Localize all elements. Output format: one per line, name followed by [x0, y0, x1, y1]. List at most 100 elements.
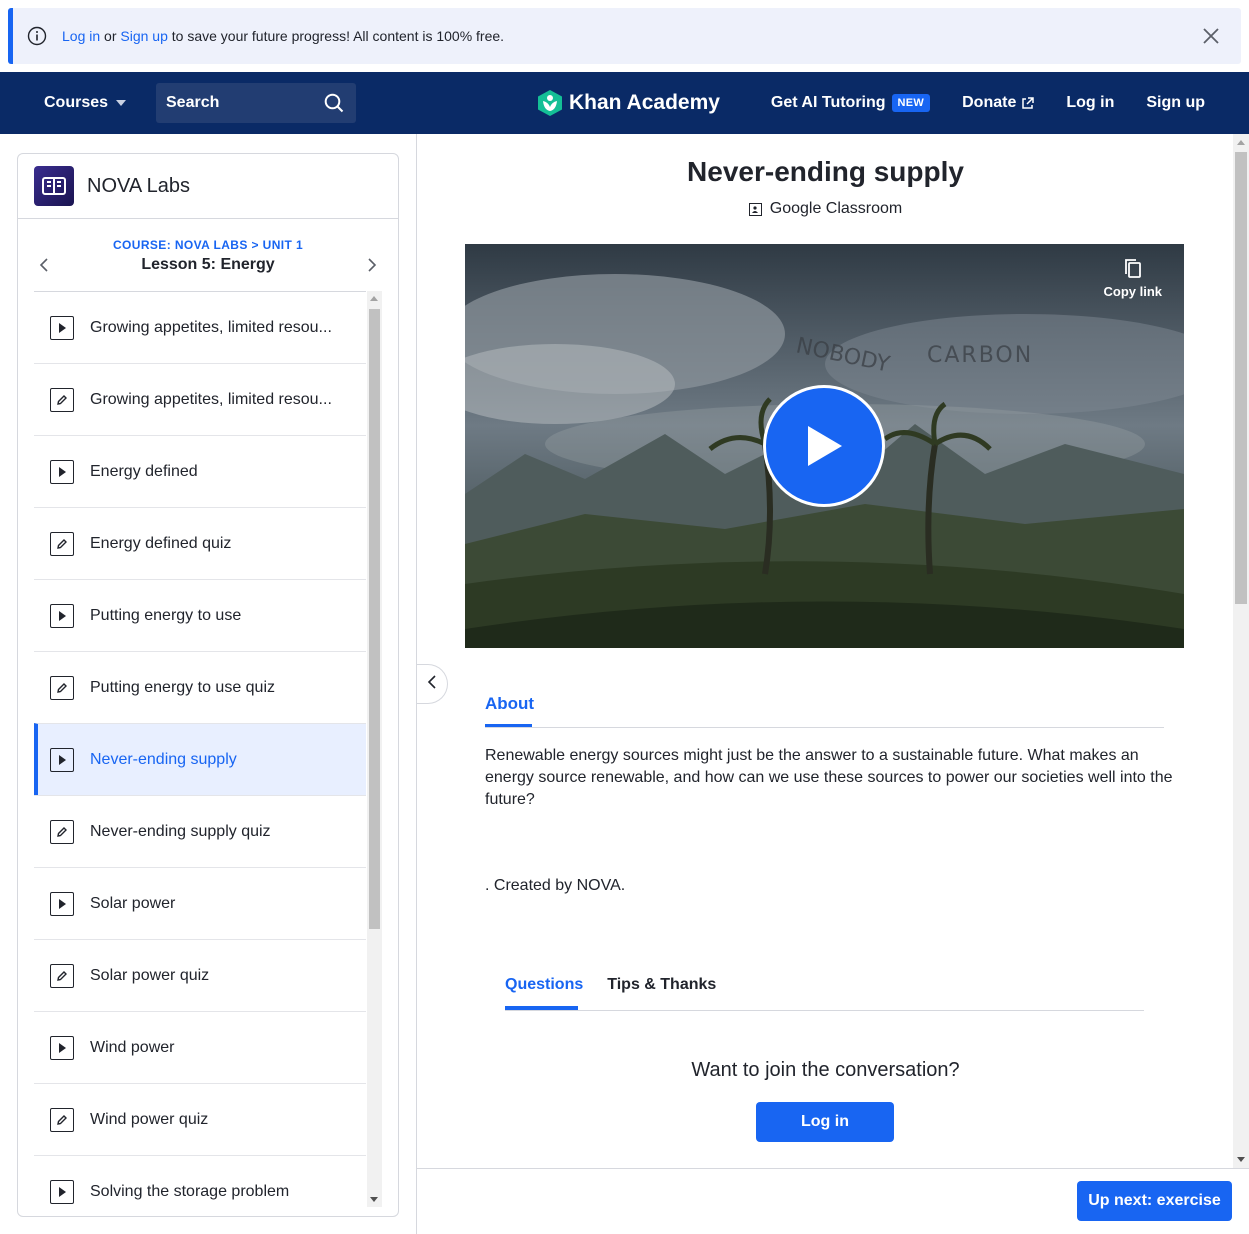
play-icon — [50, 603, 74, 628]
tips-thanks-tab-label: Tips & Thanks — [607, 976, 717, 993]
lesson-item-label: Energy defined — [90, 462, 198, 480]
lesson-item-label: Growing appetites, limited resou... — [90, 390, 332, 408]
nav-signup-link[interactable]: Sign up — [1146, 94, 1205, 112]
course-title[interactable]: NOVA Labs — [87, 175, 190, 198]
ai-tutoring-link[interactable]: Get AI Tutoring NEW — [770, 94, 931, 112]
discussion-divider — [505, 1010, 1144, 1011]
video-player[interactable]: NOBODY CARBON Copy link — [465, 244, 1184, 648]
lesson-item-label: Putting energy to use quiz — [90, 678, 276, 696]
play-icon — [50, 315, 74, 340]
main-content: Never-ending supply Google Classroom NOB… — [416, 134, 1233, 1168]
lesson-item-label: Solving the storage problem — [90, 1182, 290, 1200]
lesson-item-label: Putting energy to use — [90, 606, 242, 624]
tab-questions[interactable]: Questions — [505, 976, 584, 1010]
lesson-title: Lesson 5: Energy — [141, 256, 275, 273]
lesson-item[interactable]: Putting energy to use — [34, 579, 366, 651]
play-icon — [50, 1035, 74, 1060]
lesson-item[interactable]: Never-ending supply — [34, 723, 366, 795]
google-classroom-icon — [748, 202, 762, 216]
lesson-item[interactable]: Wind power quiz — [34, 1083, 366, 1155]
scrollbar-thumb[interactable] — [369, 309, 380, 929]
lesson-item[interactable]: Growing appetites, limited resou... — [34, 291, 366, 363]
chevron-right-icon[interactable] — [366, 257, 378, 273]
lesson-item[interactable]: Wind power — [34, 1011, 366, 1083]
search-icon[interactable] — [324, 93, 344, 113]
nav-login-link[interactable]: Log in — [1066, 94, 1114, 112]
tab-tips-thanks[interactable]: Tips & Thanks — [607, 976, 716, 994]
about-tab-label: About — [485, 694, 535, 713]
info-icon — [26, 25, 48, 47]
video-overlay-text-2: CARBON — [927, 343, 1033, 368]
courses-menu-button[interactable]: Courses — [44, 72, 127, 134]
scroll-down-arrow-icon[interactable] — [1237, 1157, 1245, 1162]
banner-login-link[interactable]: Log in — [62, 28, 100, 44]
search-input[interactable] — [166, 94, 316, 112]
copy-icon — [1124, 259, 1141, 278]
play-icon — [50, 891, 74, 916]
lesson-item-label: Growing appetites, limited resou... — [90, 318, 332, 336]
sidebar-scrollbar[interactable] — [367, 291, 382, 1207]
lesson-item[interactable]: Solving the storage problem — [34, 1155, 366, 1216]
lesson-item[interactable]: Energy defined — [34, 435, 366, 507]
banner-or-text: or — [100, 28, 121, 44]
lesson-item[interactable]: Energy defined quiz — [34, 507, 366, 579]
donate-link[interactable]: Donate — [962, 94, 1035, 112]
banner-signup-link[interactable]: Sign up — [120, 28, 167, 44]
lesson-item-label: Energy defined quiz — [90, 534, 232, 552]
lesson-item-label: Never-ending supply — [90, 750, 237, 768]
courses-label: Courses — [44, 94, 109, 111]
logo-text: Khan Academy — [569, 91, 720, 114]
new-badge: NEW — [891, 94, 931, 112]
lesson-item[interactable]: Putting energy to use quiz — [34, 651, 366, 723]
external-link-icon — [1021, 96, 1035, 110]
pencil-icon — [50, 1107, 74, 1132]
main-scrollbar[interactable] — [1233, 134, 1249, 1168]
lesson-item-label: Solar power — [90, 894, 176, 912]
play-button[interactable] — [763, 385, 885, 507]
google-classroom-button[interactable]: Google Classroom — [417, 200, 1234, 218]
lesson-item-label: Wind power quiz — [90, 1110, 209, 1128]
tab-about[interactable]: About — [485, 694, 535, 727]
lesson-item[interactable]: Never-ending supply quiz — [34, 795, 366, 867]
pencil-icon — [50, 531, 74, 556]
ai-tutoring-label: Get AI Tutoring — [770, 94, 886, 111]
lesson-item[interactable]: Solar power — [34, 867, 366, 939]
donate-label: Donate — [962, 94, 1017, 111]
created-by: . Created by NOVA. — [485, 877, 626, 894]
pencil-icon — [50, 675, 74, 700]
close-icon[interactable] — [1201, 26, 1221, 46]
nova-labs-logo — [34, 166, 74, 206]
scroll-up-arrow-icon[interactable] — [370, 296, 378, 301]
top-navbar: Courses Khan Academy Get AI Tutoring NEW… — [0, 72, 1249, 134]
questions-tab-label: Questions — [505, 976, 584, 993]
play-icon — [50, 1179, 74, 1204]
lesson-item-label: Wind power — [90, 1038, 175, 1056]
discussion-tabs: Questions Tips & Thanks — [505, 976, 740, 1010]
up-next-button[interactable]: Up next: exercise — [1077, 1181, 1232, 1221]
khan-academy-logo[interactable]: Khan Academy — [537, 72, 720, 134]
pencil-icon — [50, 387, 74, 412]
lesson-item[interactable]: Solar power quiz — [34, 939, 366, 1011]
scroll-down-arrow-icon[interactable] — [370, 1197, 378, 1202]
khan-leaf-icon — [537, 89, 563, 117]
scroll-up-arrow-icon[interactable] — [1237, 140, 1245, 145]
signup-banner: Log in or Sign up to save your future pr… — [8, 8, 1241, 64]
search-box — [156, 83, 356, 123]
about-divider — [485, 727, 1164, 728]
lesson-item-list: Growing appetites, limited resou... Growi… — [34, 291, 366, 1216]
course-breadcrumb[interactable]: COURSE: NOVA LABS > UNIT 1 — [18, 238, 398, 252]
pencil-icon — [50, 963, 74, 988]
google-classroom-label: Google Classroom — [769, 200, 903, 217]
nav-right-links: Get AI Tutoring NEW Donate Log in Sign u… — [771, 72, 1205, 134]
banner-text: to save your future progress! All conten… — [167, 28, 505, 44]
play-icon — [50, 747, 74, 772]
copy-link-button[interactable]: Copy link — [1103, 258, 1162, 299]
scrollbar-thumb[interactable] — [1235, 152, 1247, 604]
video-description: Renewable energy sources might just be t… — [485, 747, 1173, 808]
discussion-login-button[interactable]: Log in — [756, 1102, 894, 1142]
copy-link-label: Copy link — [1103, 284, 1162, 299]
play-icon — [50, 459, 74, 484]
lesson-item-label: Never-ending supply quiz — [90, 822, 271, 840]
join-conversation-heading: Want to join the conversation? — [691, 1059, 960, 1081]
lesson-item[interactable]: Growing appetites, limited resou... — [34, 363, 366, 435]
